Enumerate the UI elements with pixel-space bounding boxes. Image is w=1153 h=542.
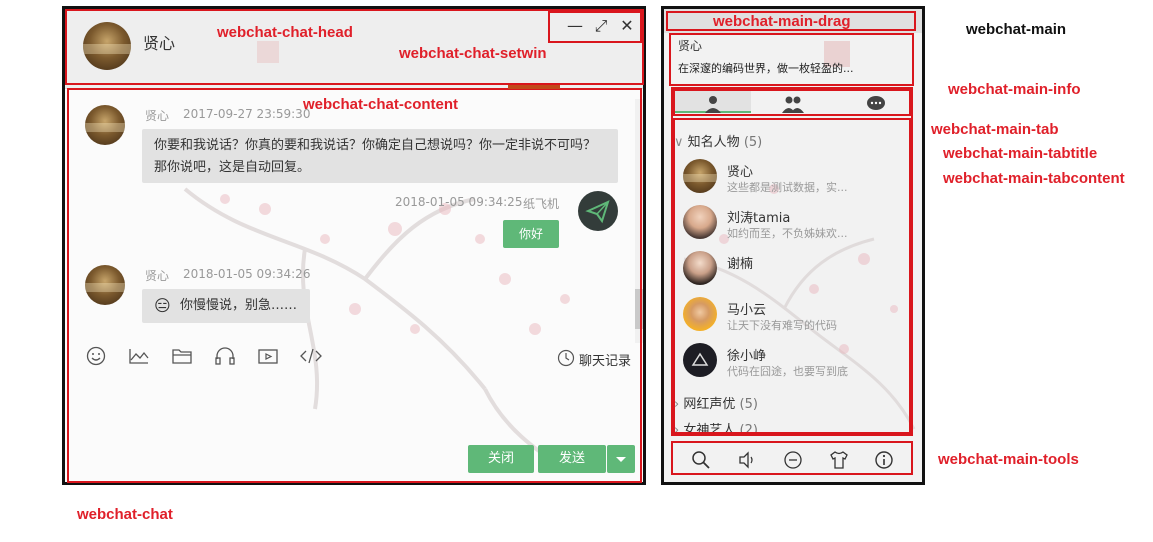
- annotation-box-main-tabcontent: [673, 118, 911, 434]
- annotation-box-main-tools: [671, 441, 913, 475]
- annotation-label: webchat-chat-setwin: [399, 45, 547, 62]
- annotation-label: webchat-main-tab: [931, 121, 1059, 138]
- annotation-label: webchat-main-tabcontent: [943, 170, 1125, 187]
- annotation-label: webchat-chat: [77, 506, 173, 523]
- annotation-box-chat-setwin: [548, 11, 642, 43]
- annotation-label: webchat-main: [966, 21, 1067, 38]
- annotation-label: webchat-main-drag: [713, 13, 851, 30]
- annotation-label: webchat-main-info: [948, 81, 1081, 98]
- annotation-label: webchat-chat-content: [303, 96, 459, 113]
- annotation-label: webchat-chat-head: [217, 24, 353, 41]
- annotation-box-main-tabtitle: [673, 89, 911, 116]
- annotation-box-main-info: [669, 33, 914, 86]
- annotation-label: webchat-main-tools: [938, 451, 1079, 468]
- annotation-box-chat-content: [67, 88, 642, 483]
- orange-accent-mark: [508, 85, 560, 89]
- annotation-label: webchat-main-tabtitle: [943, 145, 1098, 162]
